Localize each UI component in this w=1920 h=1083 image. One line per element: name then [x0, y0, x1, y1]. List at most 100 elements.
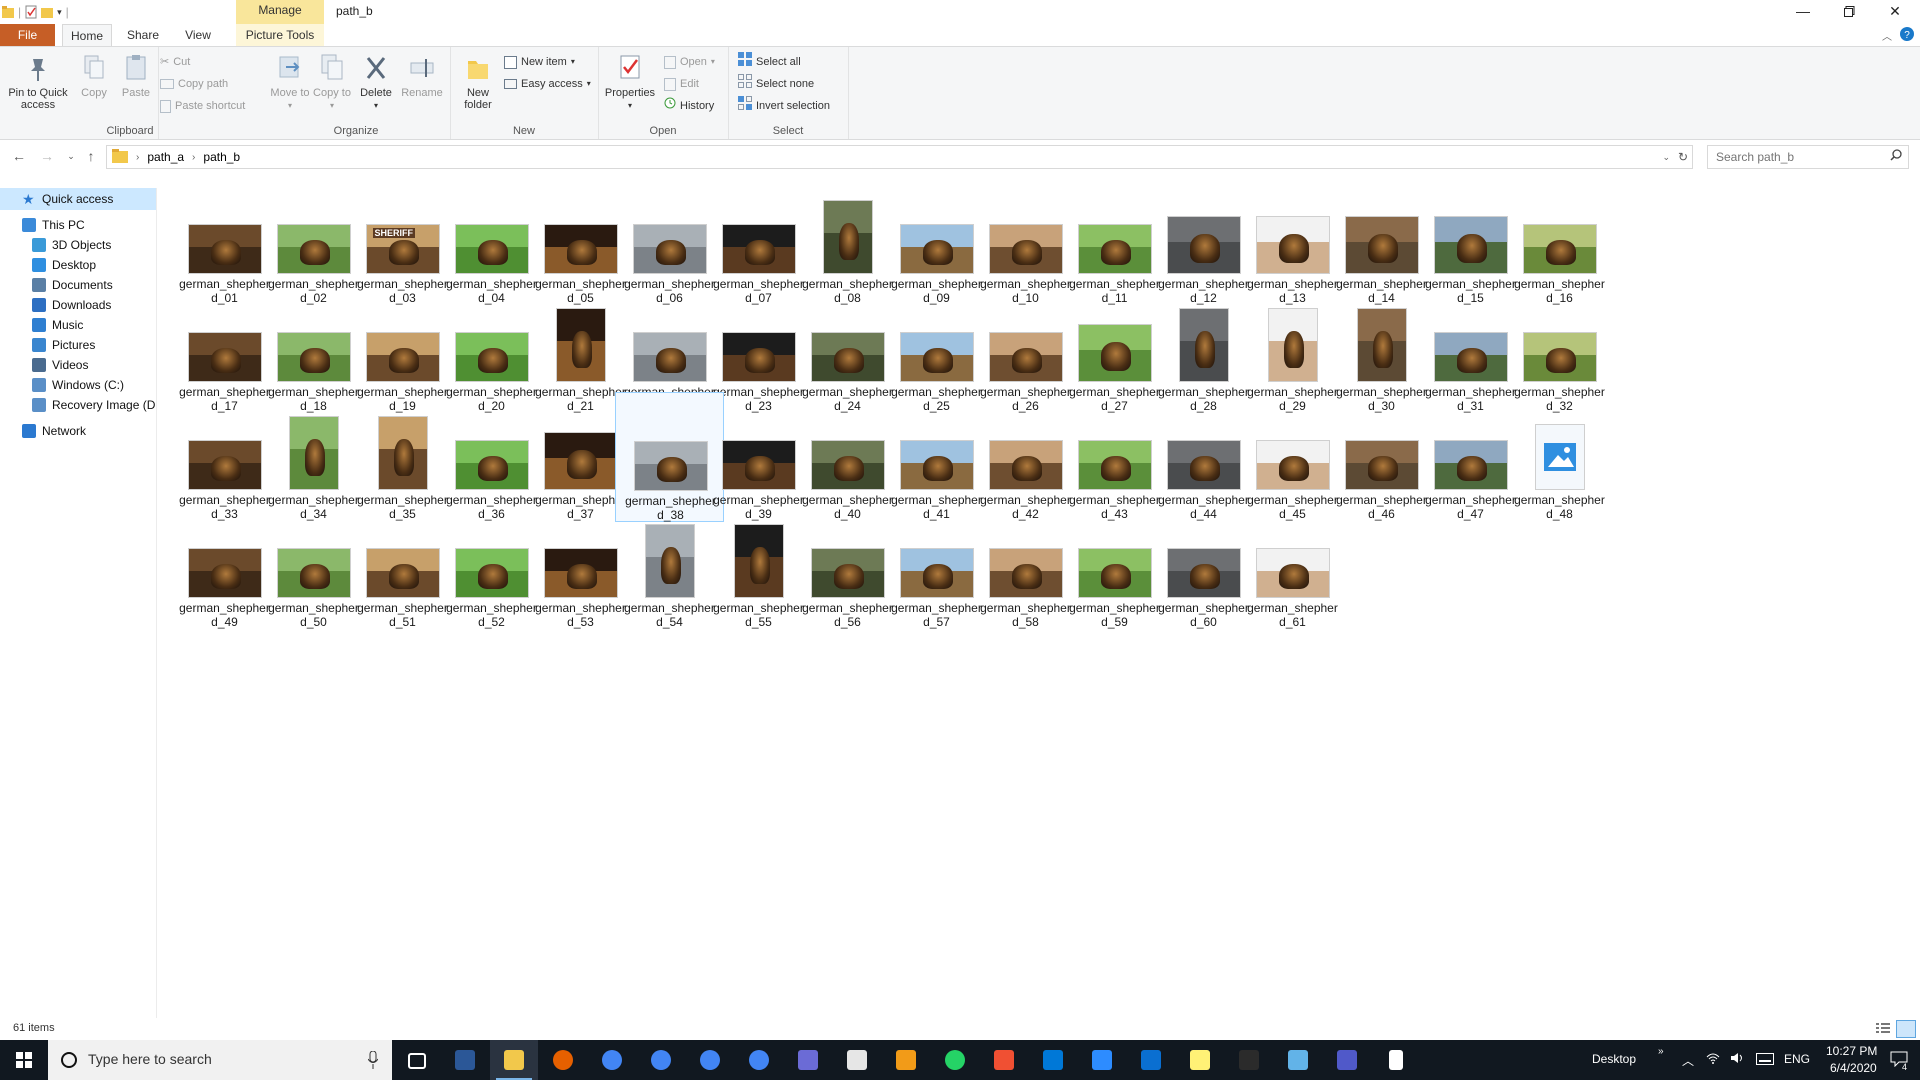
history-button[interactable]: History: [664, 97, 714, 115]
dog-silhouette: [299, 240, 330, 265]
details-view-icon[interactable]: [1876, 1022, 1890, 1037]
file-item[interactable]: german_shepher d_48: [1505, 392, 1614, 522]
taskbar-search-box[interactable]: Type here to search: [48, 1040, 392, 1080]
image-thumbnail: [1433, 440, 1508, 490]
image-thumbnail: [899, 224, 974, 274]
sublime-icon[interactable]: [882, 1040, 930, 1080]
toolbar-expand-icon[interactable]: »: [1658, 1046, 1664, 1057]
select-all-button[interactable]: Select all: [738, 52, 801, 71]
task-view-icon[interactable]: [392, 1040, 440, 1080]
notion-icon[interactable]: [1127, 1040, 1175, 1080]
back-arrow-icon[interactable]: ←: [8, 146, 30, 166]
restore-icon[interactable]: [1826, 0, 1872, 24]
desktop-toolbar-label[interactable]: Desktop: [1592, 1052, 1636, 1066]
microphone-icon[interactable]: [367, 1050, 379, 1072]
store-icon[interactable]: [1029, 1040, 1077, 1080]
properties-icon[interactable]: [25, 5, 37, 19]
dog-silhouette: [571, 331, 592, 368]
git-icon[interactable]: [980, 1040, 1028, 1080]
select-none-button[interactable]: Select none: [738, 74, 814, 93]
manage-contextual-tab[interactable]: Manage: [236, 0, 324, 24]
minimize-icon[interactable]: —: [1780, 0, 1826, 24]
open-button[interactable]: Open ▾: [664, 53, 715, 71]
windows-start-icon[interactable]: [0, 1040, 48, 1080]
paste-shortcut-button[interactable]: Paste shortcut: [160, 97, 245, 115]
tab-file[interactable]: File: [0, 24, 55, 46]
copy-button[interactable]: Copy: [74, 53, 114, 99]
screen-capture-icon[interactable]: [784, 1040, 832, 1080]
recent-locations-icon[interactable]: ⌄: [60, 146, 82, 166]
nav-item-pictures[interactable]: Pictures: [0, 334, 156, 356]
document-icon[interactable]: [1372, 1040, 1420, 1080]
paint-icon[interactable]: [833, 1040, 881, 1080]
clock-date[interactable]: 6/4/2020: [1830, 1061, 1877, 1075]
image-thumbnail: [555, 308, 606, 382]
cut-button[interactable]: ✂ Cut: [160, 53, 190, 71]
qat-dropdown-icon[interactable]: ▾: [57, 7, 62, 18]
search-input[interactable]: [1714, 146, 1883, 168]
teams-icon[interactable]: [1323, 1040, 1371, 1080]
rename-button[interactable]: Rename: [400, 53, 444, 99]
nav-item-recovery-image-d[interactable]: Recovery Image (D:: [0, 394, 156, 416]
copy-to-button[interactable]: Copy to ▾: [312, 53, 352, 112]
properties-button[interactable]: Properties ▾: [602, 53, 658, 112]
copy-path-button[interactable]: Copy path: [160, 75, 228, 93]
up-arrow-icon[interactable]: ↑: [80, 146, 102, 166]
search-box[interactable]: [1707, 145, 1909, 169]
nav-item-3d-objects[interactable]: 3D Objects: [0, 234, 156, 256]
whatsapp-icon[interactable]: [931, 1040, 979, 1080]
tab-picture-tools[interactable]: Picture Tools: [236, 24, 324, 46]
nav-item-videos[interactable]: Videos: [0, 354, 156, 376]
easy-access-button[interactable]: Easy access ▾: [504, 75, 591, 93]
chrome-icon[interactable]: [686, 1040, 734, 1080]
nav-item-music[interactable]: Music: [0, 314, 156, 336]
wifi-icon[interactable]: [1706, 1052, 1720, 1067]
invert-selection-button[interactable]: Invert selection: [738, 96, 830, 115]
new-folder-icon[interactable]: [41, 5, 54, 19]
paste-button[interactable]: Paste: [116, 53, 156, 99]
delete-button[interactable]: Delete ▾: [356, 53, 396, 112]
firefox-icon[interactable]: [539, 1040, 587, 1080]
forward-arrow-icon[interactable]: →: [36, 146, 58, 166]
new-item-button[interactable]: New item ▾: [504, 53, 575, 71]
chrome-icon[interactable]: [637, 1040, 685, 1080]
tab-view[interactable]: View: [174, 24, 222, 46]
refresh-icon[interactable]: ↻: [1678, 150, 1688, 164]
nav-item-quick-access[interactable]: ★ Quick access: [0, 188, 156, 210]
new-folder-button[interactable]: New folder: [458, 53, 498, 111]
chrome-icon[interactable]: [735, 1040, 783, 1080]
breadcrumb-item[interactable]: path_b: [203, 150, 240, 164]
tab-share[interactable]: Share: [118, 24, 168, 46]
nav-item-downloads[interactable]: Downloads: [0, 294, 156, 316]
collapse-ribbon-icon[interactable]: ︿: [1882, 28, 1892, 43]
clock-time[interactable]: 10:27 PM: [1826, 1044, 1877, 1058]
sticky-notes-icon[interactable]: [1176, 1040, 1224, 1080]
keyboard-icon[interactable]: [1756, 1053, 1774, 1068]
file-item[interactable]: german_shepher d_61: [1238, 500, 1347, 630]
move-to-button[interactable]: Move to ▾: [270, 53, 310, 112]
edge-icon[interactable]: [1274, 1040, 1322, 1080]
language-indicator[interactable]: ENG: [1784, 1052, 1810, 1066]
nav-item-desktop[interactable]: Desktop: [0, 254, 156, 276]
nav-item-documents[interactable]: Documents: [0, 274, 156, 296]
nav-item-network[interactable]: Network: [0, 420, 156, 442]
edit-button[interactable]: Edit: [664, 75, 699, 93]
nav-item-this-pc[interactable]: This PC: [0, 214, 156, 236]
nav-item-windows-c[interactable]: Windows (C:): [0, 374, 156, 396]
help-icon[interactable]: ?: [1900, 27, 1914, 44]
tab-home[interactable]: Home: [62, 24, 112, 48]
address-dropdown-icon[interactable]: ⌄: [1662, 152, 1670, 163]
chrome-icon[interactable]: [588, 1040, 636, 1080]
large-icons-view-icon[interactable]: [1896, 1020, 1916, 1038]
pin-quick-access-button[interactable]: Pin to Quick access: [4, 53, 72, 111]
address-bar[interactable]: › path_a › path_b ⌄ ↻: [106, 145, 1693, 169]
search-icon[interactable]: [1890, 149, 1902, 164]
zoom-icon[interactable]: [1078, 1040, 1126, 1080]
terminal-icon[interactable]: [1225, 1040, 1273, 1080]
breadcrumb-item[interactable]: path_a: [147, 150, 184, 164]
close-icon[interactable]: ✕: [1872, 0, 1918, 24]
show-hidden-icons-icon[interactable]: ︿: [1682, 1052, 1694, 1069]
volume-icon[interactable]: [1730, 1052, 1744, 1067]
file-explorer-icon[interactable]: [490, 1040, 538, 1080]
word-icon[interactable]: [441, 1040, 489, 1080]
